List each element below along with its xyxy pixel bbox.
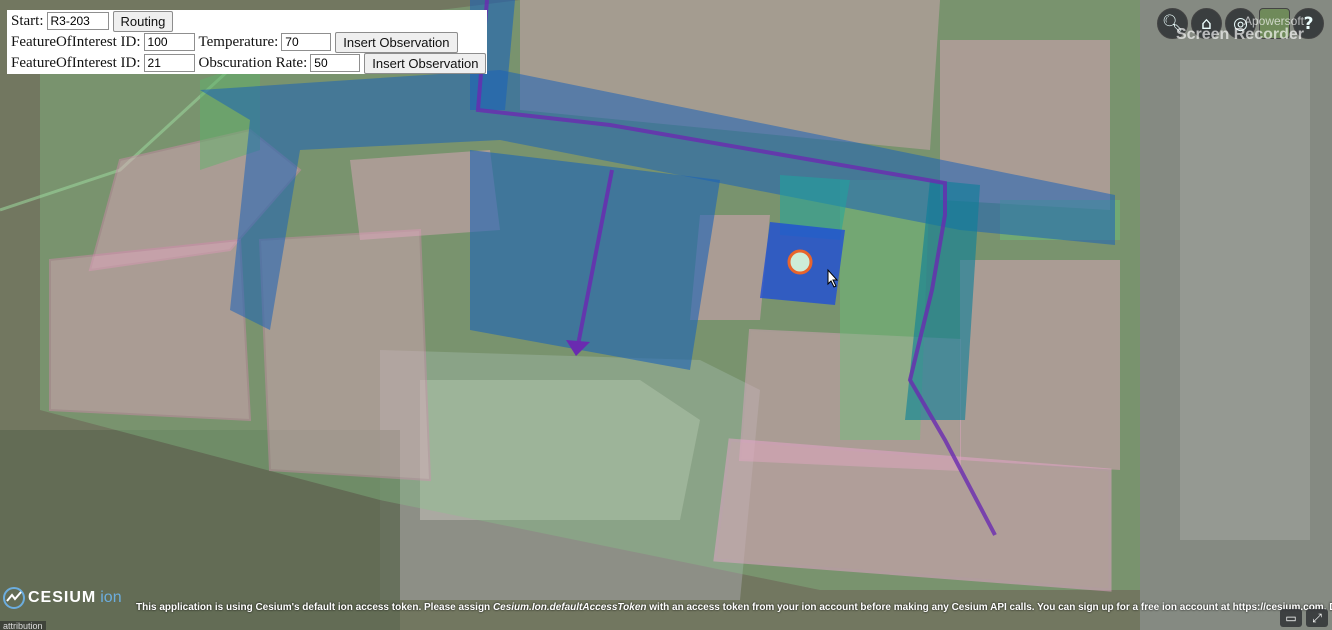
routing-row: Start: Routing xyxy=(11,10,174,32)
obscuration-rate-input[interactable] xyxy=(310,54,361,72)
geocoder-search-icon[interactable]: 🔍︎ xyxy=(1157,8,1188,39)
vr-icon[interactable]: ▭ xyxy=(1280,609,1302,627)
cesium-toolbar: 🔍︎ ⌂ ◎ ? xyxy=(1157,8,1324,39)
feature-of-interest-label: FeatureOfInterest ID: xyxy=(11,54,141,71)
feature-of-interest-label: FeatureOfInterest ID: xyxy=(11,33,141,50)
home-icon[interactable]: ⌂ xyxy=(1191,8,1222,39)
logo-cesium-text: CESIUM xyxy=(28,589,97,606)
base-layer-picker-icon[interactable] xyxy=(1259,8,1290,39)
insert-obscuration-observation-button[interactable]: Insert Observation xyxy=(364,52,487,74)
temperature-label: Temperature: xyxy=(198,33,279,50)
cesium-ion-logo[interactable]: CESIUM ion xyxy=(3,587,122,609)
room-block xyxy=(960,260,1120,470)
help-icon[interactable]: ? xyxy=(1293,8,1324,39)
temperature-input[interactable] xyxy=(281,33,332,51)
temperature-row: FeatureOfInterest ID: Temperature: Inser… xyxy=(11,31,458,53)
fullscreen-icon[interactable]: ⤢ xyxy=(1306,609,1328,627)
logo-ion-text: ion xyxy=(100,589,122,606)
insert-temperature-observation-button[interactable]: Insert Observation xyxy=(335,31,458,53)
room-block xyxy=(49,238,252,422)
scene-mode-globe-icon[interactable]: ◎ xyxy=(1225,8,1256,39)
credit-text-start: This application is using Cesium's defau… xyxy=(136,602,493,613)
access-token-credit: This application is using Cesium's defau… xyxy=(136,602,1332,613)
feature-of-interest-input[interactable] xyxy=(143,54,195,72)
obscuration-row: FeatureOfInterest ID: Obscuration Rate: … xyxy=(11,52,487,74)
control-panel: Start: Routing FeatureOfInterest ID: Tem… xyxy=(7,10,487,74)
room-block xyxy=(258,228,432,482)
start-label: Start: xyxy=(11,12,44,29)
start-input[interactable] xyxy=(46,12,109,30)
cesium-logo-icon xyxy=(3,587,25,609)
bottom-right-controls: ▭ ⤢ xyxy=(1280,609,1328,627)
routing-button[interactable]: Routing xyxy=(112,10,174,32)
ground-patch xyxy=(1180,60,1310,540)
credit-token-name: Cesium.Ion.defaultAccessToken xyxy=(492,602,647,613)
credit-text-end: with an access token from your ion accou… xyxy=(646,602,1332,613)
feature-of-interest-input[interactable] xyxy=(143,33,195,51)
3d-indoor-scene[interactable] xyxy=(0,0,1332,630)
obscuration-rate-label: Obscuration Rate: xyxy=(198,54,308,71)
cesium-viewer[interactable]: Start: Routing FeatureOfInterest ID: Tem… xyxy=(0,0,1332,630)
attribution-link[interactable]: attribution xyxy=(0,621,46,630)
location-marker[interactable] xyxy=(787,249,813,275)
